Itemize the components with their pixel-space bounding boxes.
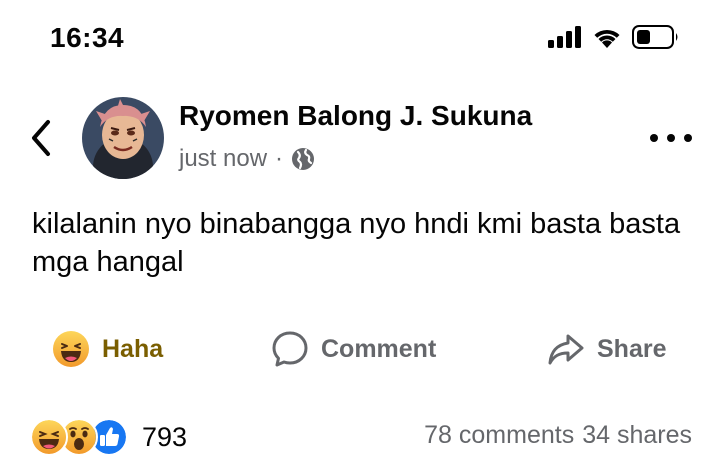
author-name[interactable]: Ryomen Balong J. Sukuna bbox=[179, 100, 532, 132]
action-bar: Haha Comment Share bbox=[0, 326, 720, 372]
haha-label: Haha bbox=[102, 334, 164, 363]
reactions-summary[interactable]: 793 bbox=[30, 418, 187, 456]
comments-count[interactable]: 78 comments bbox=[424, 421, 574, 450]
comment-button[interactable]: Comment bbox=[271, 326, 436, 372]
signal-icon bbox=[548, 26, 581, 48]
more-dot bbox=[650, 134, 658, 142]
status-icons bbox=[548, 24, 680, 50]
meta-separator: · bbox=[275, 145, 284, 172]
avatar[interactable] bbox=[82, 97, 164, 179]
battery-icon bbox=[632, 25, 678, 49]
post-timestamp[interactable]: just now bbox=[179, 145, 267, 173]
reaction-count: 793 bbox=[142, 421, 188, 452]
avatar-image bbox=[82, 97, 164, 179]
wifi-icon bbox=[594, 29, 620, 48]
more-options-icon[interactable] bbox=[650, 124, 692, 152]
shares-count[interactable]: 34 shares bbox=[582, 421, 692, 450]
more-dot bbox=[667, 134, 675, 142]
status-time: 16:34 bbox=[50, 22, 125, 53]
comment-label: Comment bbox=[321, 334, 437, 363]
share-button[interactable]: Share bbox=[547, 326, 666, 372]
haha-reaction-button[interactable]: Haha bbox=[52, 326, 163, 372]
engagement-counts: 78 comments 34 shares bbox=[424, 421, 692, 450]
post-text: kilalanin nyo binabangga nyo hndi kmi ba… bbox=[32, 208, 681, 278]
share-label: Share bbox=[597, 334, 667, 363]
haha-icon bbox=[53, 331, 89, 367]
haha-icon bbox=[30, 418, 68, 456]
share-icon bbox=[548, 334, 584, 365]
more-dot bbox=[684, 134, 692, 142]
back-chevron-icon[interactable] bbox=[26, 118, 58, 158]
comment-icon bbox=[272, 331, 308, 367]
post-meta: just now · bbox=[179, 144, 315, 174]
globe-icon bbox=[292, 148, 315, 170]
